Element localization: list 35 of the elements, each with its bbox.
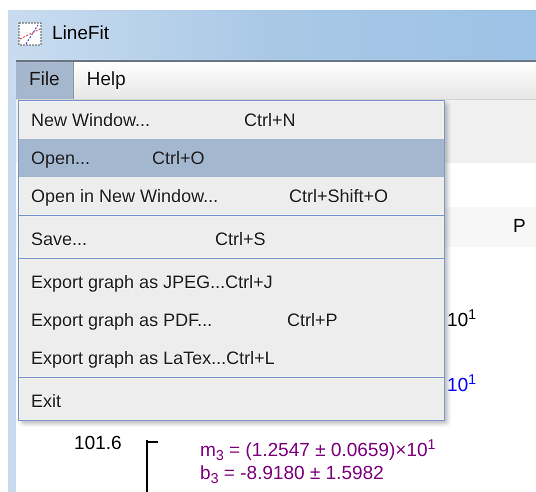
- menu-item-label: Save...: [31, 228, 88, 250]
- menu-item-label: Open in New Window...: [31, 184, 220, 208]
- menu-item-label: Export graph as JPEG...: [31, 270, 226, 294]
- shortcut-label: Ctrl+Shift+O: [289, 184, 388, 208]
- fit-result-label: 10$^{1}$: [447, 310, 476, 332]
- menu-bar-item[interactable]: Help: [74, 62, 139, 99]
- menu-bar-item[interactable]: File: [16, 62, 74, 99]
- tick-mark: [148, 441, 158, 443]
- menu-item[interactable]: Exit: [19, 382, 444, 420]
- shortcut-label: Ctrl+P: [287, 308, 338, 332]
- menu-item[interactable]: New Window... Ctrl+N: [19, 101, 444, 139]
- menu-item-label: Export graph as PDF...: [31, 308, 214, 332]
- fit-result-label: b$_{3}$ = -8.9180 ± 1.5982: [200, 463, 384, 485]
- shortcut-label: Ctrl+L: [226, 346, 275, 370]
- y-axis: [146, 440, 148, 492]
- shortcut-label: Ctrl+S: [215, 228, 266, 250]
- column-header: P: [513, 214, 526, 239]
- menu-item-label: Exit: [31, 390, 62, 412]
- axis-tick-label: 101.6: [74, 432, 122, 456]
- shortcut-label: Ctrl+O: [152, 146, 205, 170]
- menu-item[interactable]: Open... Ctrl+O: [19, 139, 444, 177]
- menu-item-label: New Window...: [31, 108, 152, 132]
- graph-icon: [18, 22, 42, 46]
- menu-item[interactable]: Open in New Window... Ctrl+Shift+O: [19, 177, 444, 215]
- shortcut-label: Ctrl+J: [225, 270, 273, 294]
- menu-item[interactable]: Save... Ctrl+S: [19, 220, 444, 258]
- shortcut-label: Ctrl+N: [244, 108, 296, 132]
- menu-item[interactable]: Export graph as LaTex...Ctrl+L: [19, 339, 444, 377]
- menu-item-label: Open...: [31, 146, 92, 170]
- window-title: LineFit: [52, 22, 110, 46]
- menu-item-label: Export graph as LaTex...: [31, 346, 226, 370]
- menu-item[interactable]: Export graph as JPEG...Ctrl+J: [19, 263, 444, 301]
- menu-item[interactable]: Export graph as PDF... Ctrl+P: [19, 301, 444, 339]
- fit-result-label: 10$^{1}$: [447, 375, 476, 397]
- fit-result-label: m$_{3}$ = (1.2547 ± 0.0659)×10$^{1}$: [200, 440, 436, 462]
